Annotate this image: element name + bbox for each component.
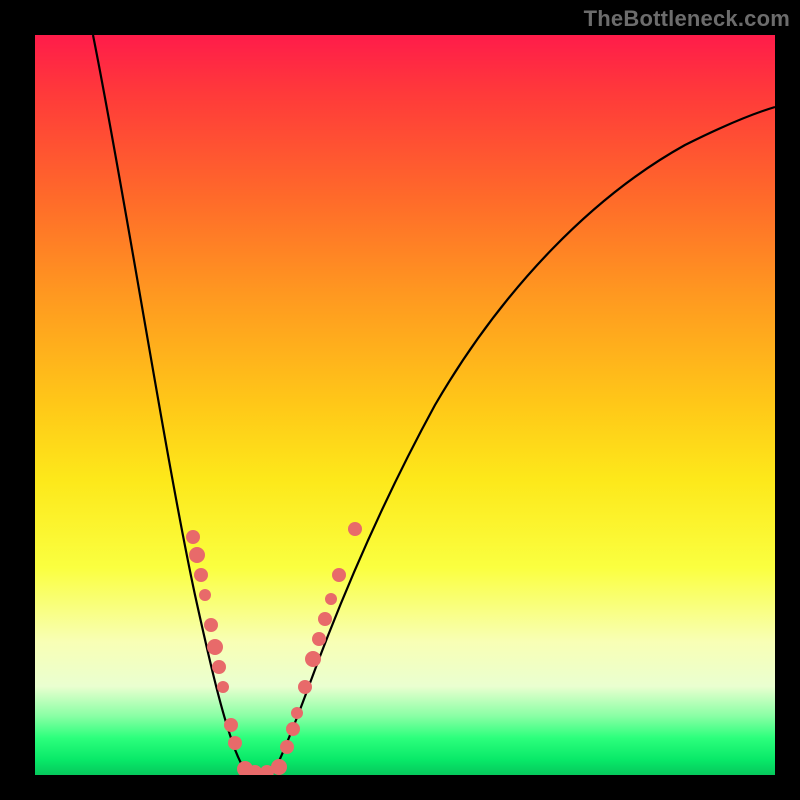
markers-bottom <box>237 759 287 775</box>
data-marker <box>348 522 362 536</box>
data-marker <box>189 547 205 563</box>
markers-left <box>186 530 242 750</box>
data-marker <box>217 681 229 693</box>
data-marker <box>318 612 332 626</box>
data-marker <box>224 718 238 732</box>
curve-right <box>273 107 775 773</box>
data-marker <box>332 568 346 582</box>
plot-area <box>35 35 775 775</box>
data-marker <box>298 680 312 694</box>
data-marker <box>207 639 223 655</box>
data-marker <box>291 707 303 719</box>
data-marker <box>204 618 218 632</box>
data-marker <box>280 740 294 754</box>
data-marker <box>186 530 200 544</box>
data-marker <box>325 593 337 605</box>
chart-frame: TheBottleneck.com <box>0 0 800 800</box>
watermark-text: TheBottleneck.com <box>584 6 790 32</box>
curve-svg <box>35 35 775 775</box>
data-marker <box>312 632 326 646</box>
data-marker <box>286 722 300 736</box>
data-marker <box>194 568 208 582</box>
data-marker <box>212 660 226 674</box>
data-marker <box>199 589 211 601</box>
markers-right <box>280 522 362 754</box>
data-marker <box>228 736 242 750</box>
data-marker <box>305 651 321 667</box>
data-marker <box>271 759 287 775</box>
